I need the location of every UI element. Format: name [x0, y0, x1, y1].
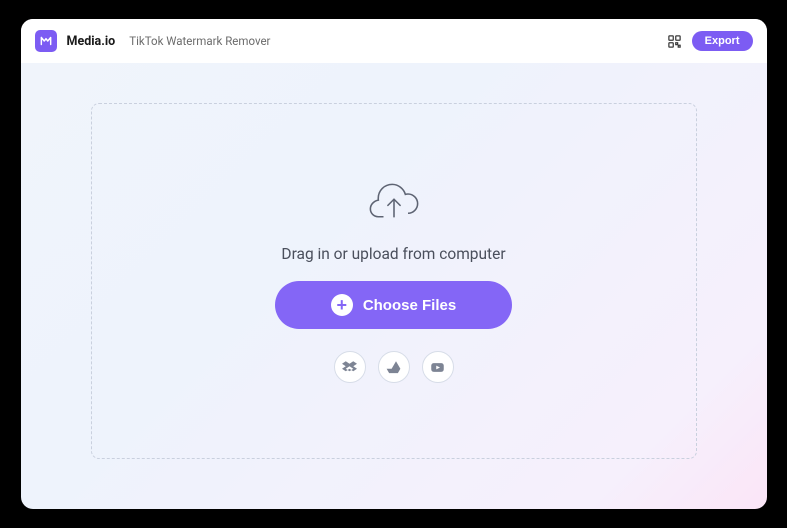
cloud-upload-icon [366, 179, 422, 227]
product-name: TikTok Watermark Remover [129, 34, 270, 48]
source-gdrive-button[interactable] [378, 351, 410, 383]
dropzone-instruction: Drag in or upload from computer [281, 245, 505, 263]
dropzone[interactable]: Drag in or upload from computer + Choose… [91, 103, 697, 459]
qr-icon[interactable] [667, 34, 682, 49]
source-youtube-button[interactable] [422, 351, 454, 383]
export-button[interactable]: Export [692, 31, 753, 51]
main-area: Drag in or upload from computer + Choose… [21, 63, 767, 509]
source-icons-row [334, 351, 454, 383]
brand-name: Media.io [67, 34, 116, 49]
header: Media.io TikTok Watermark Remover Export [21, 19, 767, 63]
choose-files-button[interactable]: + Choose Files [275, 281, 512, 329]
youtube-icon [430, 360, 445, 375]
app-window: Media.io TikTok Watermark Remover Export [21, 19, 767, 509]
plus-icon: + [331, 294, 353, 316]
choose-files-label: Choose Files [363, 297, 456, 314]
google-drive-icon [386, 360, 401, 375]
brand-logo [35, 30, 57, 52]
dropbox-icon [342, 360, 357, 375]
source-dropbox-button[interactable] [334, 351, 366, 383]
